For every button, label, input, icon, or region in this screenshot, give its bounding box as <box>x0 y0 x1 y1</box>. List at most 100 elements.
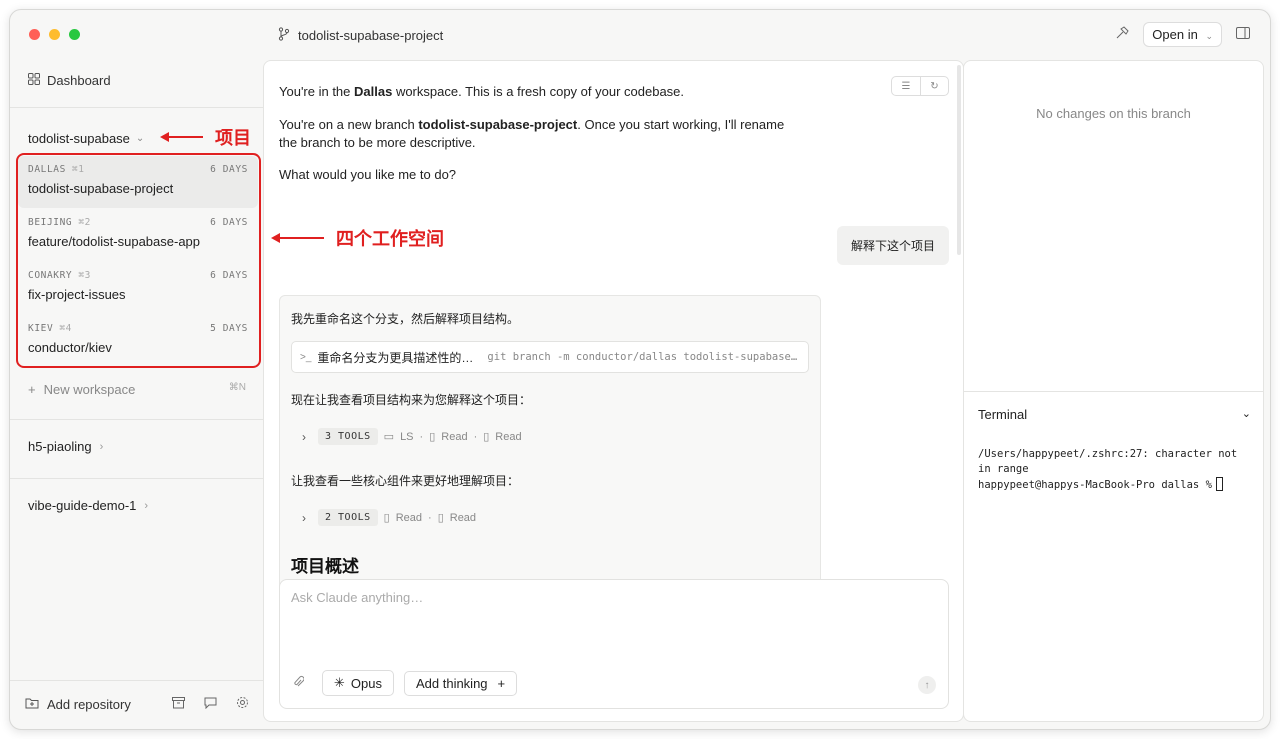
workspace-city: BEIJING <box>28 217 73 228</box>
sidebar-divider <box>10 478 264 479</box>
chevron-down-icon: ⌄ <box>1205 31 1213 41</box>
tool-group-2[interactable]: › 2 TOOLS ▯ Read · ▯ Read <box>302 509 476 526</box>
command-tool-call[interactable]: >_ 重命名分支为更具描述性的… git branch -m conductor… <box>291 341 809 373</box>
file-icon: ▯ <box>437 512 444 524</box>
chat-bubble-icon[interactable] <box>202 697 218 712</box>
annotation-workspaces-label: 四个工作空间 <box>336 229 444 249</box>
workspace-age: 5 DAYS <box>210 323 248 334</box>
workspace-shortcut: ⌘1 <box>71 164 85 175</box>
annotation-project: 项目 <box>160 124 251 150</box>
workspace-item-beijing[interactable]: BEIJING ⌘2 6 DAYS feature/todolist-supabas… <box>18 209 258 261</box>
new-workspace-label: New workspace <box>43 382 136 397</box>
no-changes-text: No changes on this branch <box>1036 106 1191 121</box>
chevron-right-icon: › <box>99 440 104 453</box>
chevron-right-icon: › <box>144 499 149 512</box>
repo-item-vibe-guide-demo-1[interactable]: vibe-guide-demo-1 › <box>28 498 148 513</box>
workspace-age: 6 DAYS <box>210 164 248 175</box>
workspace-branch: fix-project-issues <box>28 287 126 302</box>
plus-icon: + <box>497 675 506 691</box>
assistant-text: 现在让我查看项目结构来为您解释这个项目： <box>291 393 532 407</box>
panel-divider <box>964 391 1263 392</box>
command-code: git branch -m conductor/dallas todolist-… <box>487 351 798 363</box>
refresh-icon[interactable]: ↻ <box>920 77 948 95</box>
intro-line-1: You're in the Dallas workspace. This is … <box>279 83 684 101</box>
app-window: Dashboard todolist-supabase ⌄ DALLAS ⌘1 6 … <box>9 9 1271 730</box>
workspace-name: Dallas <box>354 84 393 99</box>
terminal-output[interactable]: /Users/happypeet/.zshrc:27: character no… <box>978 447 1248 493</box>
chevron-down-icon: ⌄ <box>135 133 145 144</box>
input-toolbar: ✳ Opus Add thinking + <box>292 670 518 696</box>
tool-name: LS <box>400 430 414 443</box>
sidebar-footer: Add repository <box>25 696 250 712</box>
intro-text: You're on a new branch <box>279 117 419 132</box>
git-branch-icon <box>278 27 290 44</box>
tool-name: Read <box>495 430 522 443</box>
file-icon: ▯ <box>483 431 490 443</box>
sparkle-icon: ✳ <box>334 675 345 690</box>
left-arrow-icon <box>160 132 203 142</box>
tool-group-1[interactable]: › 3 TOOLS ▭ LS · ▯ Read · ▯ Read <box>302 428 522 445</box>
sidebar-toggle-icon[interactable] <box>1234 27 1252 42</box>
terminal-title: Terminal <box>978 407 1028 422</box>
intro-text: workspace. This is a fresh copy of your … <box>392 84 685 99</box>
tool-count-badge: 2 TOOLS <box>318 509 378 526</box>
open-in-button[interactable]: Open in ⌄ <box>1143 22 1222 47</box>
chat-panel: ☰ ↻ You're in the Dallas workspace. This… <box>263 60 964 722</box>
terminal-prompt-icon: >_ <box>300 351 312 363</box>
folder-icon: ▭ <box>383 431 395 443</box>
archive-icon[interactable] <box>170 696 186 712</box>
workspace-city: CONAKRY <box>28 270 73 281</box>
add-thinking-label: Add thinking <box>415 675 488 691</box>
chat-scrollbar[interactable] <box>957 65 961 255</box>
chat-view-tools: ☰ ↻ <box>891 76 949 96</box>
workspace-branch: feature/todolist-supabase-app <box>28 234 201 249</box>
project-header[interactable]: todolist-supabase ⌄ <box>28 131 144 146</box>
repo-name: vibe-guide-demo-1 <box>28 498 137 513</box>
workspace-item-conakry[interactable]: CONAKRY ⌘3 6 DAYS fix-project-issues <box>18 262 258 314</box>
chevron-down-icon: ⌄ <box>1241 408 1251 420</box>
sidebar-item-dashboard[interactable]: Dashboard <box>28 73 111 88</box>
assistant-text: 让我查看一些核心组件来更好地理解项目： <box>291 474 520 488</box>
list-view-icon[interactable]: ☰ <box>892 77 920 95</box>
assistant-message: 我先重命名这个分支，然后解释项目结构。 >_ 重命名分支为更具描述性的… git… <box>279 295 821 595</box>
chevron-right-icon: › <box>302 429 306 444</box>
command-description: 重命名分支为更具描述性的… <box>317 350 474 365</box>
sidebar-divider <box>10 107 264 108</box>
new-workspace-button[interactable]: + New workspace ⌘N <box>28 382 246 397</box>
workspace-city: DALLAS <box>28 164 66 175</box>
toolbar-right: Open in ⌄ <box>1113 22 1252 47</box>
add-thinking-button[interactable]: Add thinking + <box>403 670 518 696</box>
repo-name: h5-piaoling <box>28 439 92 454</box>
add-repository-label: Add repository <box>47 696 131 712</box>
send-arrow-icon[interactable]: ↑ <box>918 676 936 694</box>
chat-input-box[interactable]: Ask Claude anything… ✳ Opus Add thinking… <box>279 579 949 709</box>
sidebar-divider <box>10 680 264 681</box>
paperclip-icon[interactable] <box>292 675 312 692</box>
intro-text: You're in the <box>279 84 355 99</box>
gear-icon[interactable] <box>234 696 250 712</box>
tool-count-badge: 3 TOOLS <box>318 428 378 445</box>
workspace-branch: conductor/kiev <box>28 340 112 355</box>
repo-item-h5-piaoling[interactable]: h5-piaoling › <box>28 439 103 454</box>
model-selector[interactable]: ✳ Opus <box>322 670 394 696</box>
workspace-item-dallas[interactable]: DALLAS ⌘1 6 DAYS todolist-supabase-project <box>18 156 258 208</box>
chevron-right-icon: › <box>302 510 306 525</box>
workspace-branch: todolist-supabase-project <box>28 181 174 196</box>
workspace-city: KIEV <box>28 323 54 334</box>
intro-text: . Once you start working, I'll rename <box>577 117 785 132</box>
new-workspace-shortcut: ⌘N <box>228 382 246 393</box>
left-arrow-icon <box>271 233 324 243</box>
annotation-project-label: 项目 <box>215 128 251 148</box>
plus-icon: + <box>28 382 36 397</box>
workspace-shortcut: ⌘4 <box>59 323 72 334</box>
right-panel: No changes on this branch Terminal ⌄ /Us… <box>963 60 1264 722</box>
terminal-header[interactable]: Terminal ⌄ <box>978 407 1251 422</box>
add-repository-button[interactable]: Add repository <box>25 697 154 712</box>
workspace-item-kiev[interactable]: KIEV ⌘4 5 DAYS conductor/kiev <box>18 315 258 367</box>
hammer-icon[interactable] <box>1113 26 1131 43</box>
tool-name: Read <box>441 430 468 443</box>
intro-line-2: You're on a new branch todolist-supabase… <box>279 116 784 152</box>
terminal-cursor <box>1215 477 1223 491</box>
user-message: 解释下这个项目 <box>836 226 949 265</box>
intro-text: the branch to be more descriptive. <box>279 135 476 150</box>
